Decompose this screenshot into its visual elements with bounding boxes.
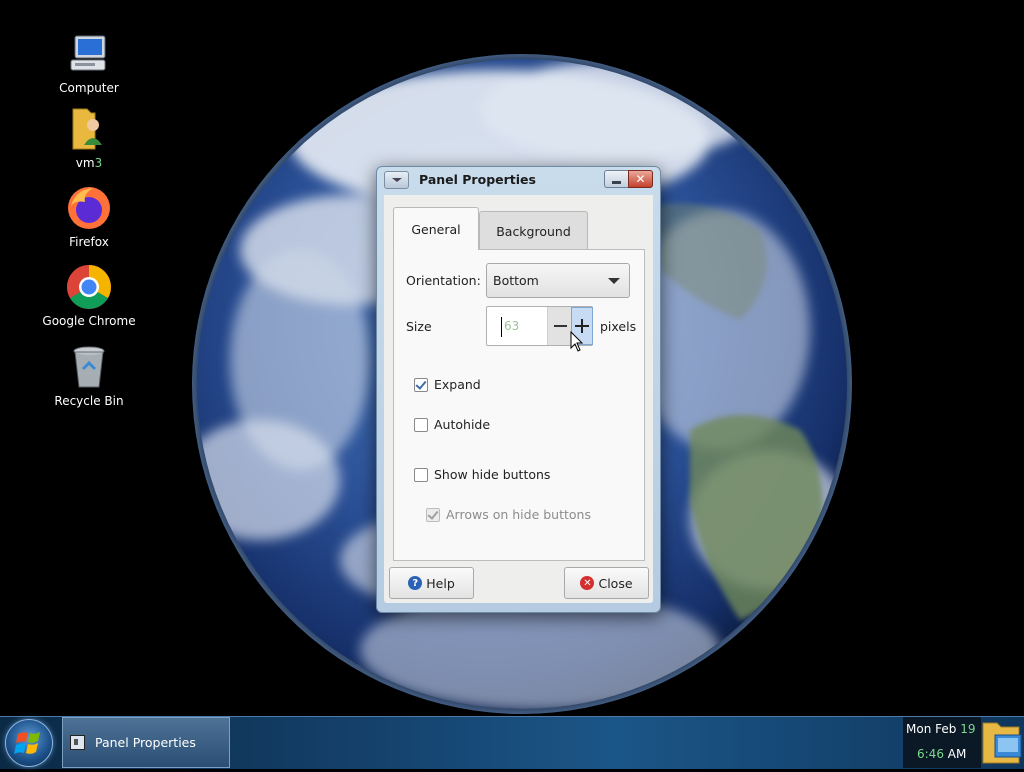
- arrows-on-hide-buttons-label: Arrows on hide buttons: [446, 507, 591, 522]
- minimize-icon: [612, 180, 621, 184]
- arrows-on-hide-buttons-checkbox: [426, 507, 440, 522]
- expand-checkbox-row[interactable]: Expand: [414, 377, 481, 392]
- start-button[interactable]: [5, 719, 53, 767]
- expand-checkbox[interactable]: [414, 377, 428, 392]
- desktop-icon-label: Google Chrome: [42, 314, 136, 328]
- desktop-icon-firefox[interactable]: Firefox: [30, 184, 148, 249]
- firefox-icon: [65, 184, 113, 232]
- general-tab-panel: Orientation: Bottom Size 63 pixels Expan…: [393, 249, 645, 561]
- folder-icon: [982, 722, 1022, 764]
- chrome-icon: [65, 263, 113, 311]
- computer-icon: [65, 30, 113, 78]
- desktop-icon-vm3[interactable]: vm3: [30, 105, 148, 170]
- window-close-button[interactable]: ✕: [628, 170, 653, 188]
- desktop-icon-label: Recycle Bin: [54, 394, 124, 408]
- dialog-content: General Background Orientation: Bottom S…: [384, 195, 653, 603]
- help-button-label: Help: [426, 575, 455, 591]
- dialog-title: Panel Properties: [419, 172, 536, 187]
- autohide-label: Autohide: [434, 417, 491, 432]
- desktop-icon-label: Firefox: [69, 235, 109, 249]
- taskbar-item-panel-properties[interactable]: Panel Properties: [62, 717, 230, 768]
- taskbar: Panel Properties Mon Feb 19 6:46 AM: [0, 716, 1024, 769]
- close-button[interactable]: ✕ Close: [564, 567, 649, 599]
- size-unit-label: pixels: [600, 319, 637, 334]
- chevron-down-icon: [608, 278, 620, 284]
- dialog-titlebar[interactable]: Panel Properties ✕: [377, 167, 660, 195]
- expand-label: Expand: [434, 377, 481, 392]
- help-button[interactable]: ? Help: [389, 567, 474, 599]
- clock-date-day: 19: [960, 722, 976, 736]
- minimize-button[interactable]: [604, 170, 628, 188]
- show-desktop-button[interactable]: [981, 717, 1024, 768]
- desktop-icon-label: vm: [75, 156, 95, 170]
- orientation-select[interactable]: Bottom: [486, 263, 630, 298]
- autohide-checkbox-row[interactable]: Autohide: [414, 417, 490, 432]
- arrows-on-hide-buttons-checkbox-row: Arrows on hide buttons: [426, 507, 591, 522]
- panel-properties-dialog: Panel Properties ✕ General Background Or…: [376, 166, 661, 613]
- clock-date-text: Mon Feb: [906, 722, 961, 736]
- show-hide-buttons-checkbox-row[interactable]: Show hide buttons: [414, 467, 550, 482]
- size-input[interactable]: 63: [488, 307, 546, 345]
- size-decrement-button[interactable]: [547, 307, 572, 345]
- show-hide-buttons-checkbox[interactable]: [414, 467, 428, 482]
- close-icon: ✕: [635, 172, 646, 186]
- desktop-icon-computer[interactable]: Computer: [30, 30, 148, 95]
- windows-logo-icon: [14, 732, 40, 754]
- orientation-label: Orientation:: [406, 273, 481, 288]
- panel-app-icon: [70, 735, 85, 750]
- desktop-icon-label: Computer: [59, 81, 119, 95]
- window-menu-button[interactable]: [384, 171, 409, 189]
- tab-background[interactable]: Background: [479, 211, 588, 251]
- desktop-icon-chrome[interactable]: Google Chrome: [30, 263, 148, 328]
- show-hide-buttons-label: Show hide buttons: [434, 467, 551, 482]
- help-icon: ?: [408, 576, 423, 590]
- autohide-checkbox[interactable]: [414, 417, 428, 432]
- user-folder-icon: [65, 105, 113, 153]
- tab-general[interactable]: General: [393, 207, 479, 250]
- clock-time: 6:46 AM: [917, 747, 966, 761]
- size-label: Size: [406, 319, 432, 334]
- clock-date: Mon Feb 19: [906, 722, 975, 736]
- orientation-value: Bottom: [493, 273, 539, 288]
- recycle-bin-icon: [65, 343, 113, 391]
- clock-time-suffix: AM: [943, 747, 967, 761]
- close-circle-icon: ✕: [580, 576, 595, 590]
- desktop-icon-recycle-bin[interactable]: Recycle Bin: [30, 343, 148, 408]
- text-caret: [501, 317, 502, 337]
- minus-icon: [553, 325, 567, 327]
- desktop-icon-label-accent: 3: [94, 156, 103, 170]
- taskbar-item-label: Panel Properties: [95, 735, 196, 750]
- mouse-cursor-icon: [570, 331, 584, 352]
- clock-time-value: 6:46: [917, 747, 944, 761]
- clock[interactable]: Mon Feb 19 6:46 AM: [903, 717, 981, 768]
- close-button-label: Close: [598, 575, 633, 591]
